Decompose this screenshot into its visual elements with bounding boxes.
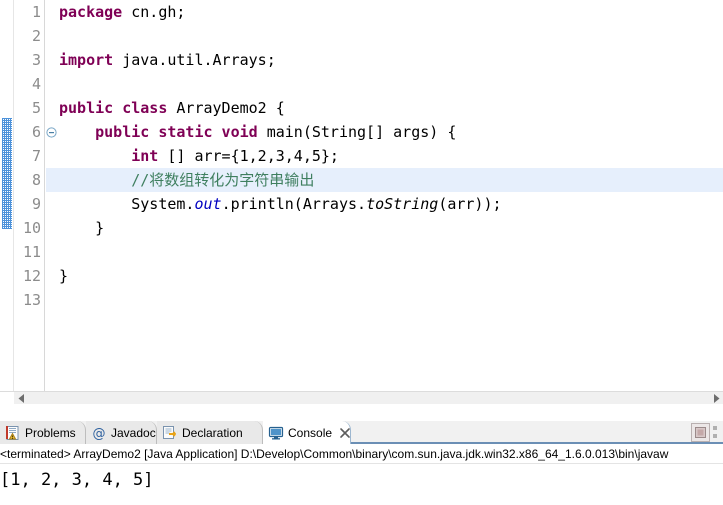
line-number: 4 xyxy=(31,75,41,93)
line-number: 9 xyxy=(31,195,41,213)
code-line[interactable]: //将数组转化为字符串输出 xyxy=(46,168,723,192)
code-token-pln xyxy=(59,123,95,141)
line-number: 10 xyxy=(22,219,41,237)
bottom-view-stack: Problems @ Javadoc Declaration Console <term… xyxy=(0,404,723,505)
line-number: 3 xyxy=(31,51,41,69)
code-line[interactable] xyxy=(46,288,723,312)
editor-horizontal-scrollbar[interactable] xyxy=(14,391,723,404)
code-line[interactable] xyxy=(46,240,723,264)
line-number: 13 xyxy=(22,291,41,309)
code-token-pln xyxy=(59,171,131,189)
console-icon xyxy=(268,425,284,441)
code-line[interactable] xyxy=(46,24,723,48)
eclipse-ide-window: 1 2 3 4 5 6 7 8 9 10 11 12 13 package cn.gh; import … xyxy=(0,0,723,505)
code-line[interactable]: } xyxy=(46,216,723,240)
tab-label: Problems xyxy=(25,425,76,440)
code-token-kw: public class xyxy=(59,99,168,117)
tab-javadoc[interactable]: @ Javadoc xyxy=(86,421,157,444)
line-number: 7 xyxy=(31,147,41,165)
terminate-button[interactable] xyxy=(691,423,710,442)
line-number: 2 xyxy=(31,27,41,45)
code-line[interactable]: } xyxy=(46,264,723,288)
view-toolbar[interactable] xyxy=(691,423,720,442)
code-token-pln: (arr)); xyxy=(438,195,502,213)
tab-label: Declaration xyxy=(182,425,243,440)
tab-problems[interactable]: Problems xyxy=(0,421,86,444)
scrollbar-corner xyxy=(0,391,14,404)
console-view[interactable]: <terminated> ArrayDemo2 [Java Applicatio… xyxy=(0,444,723,505)
line-number: 1 xyxy=(31,3,41,21)
javadoc-at-icon: @ xyxy=(91,425,107,441)
code-line[interactable]: int [] arr={1,2,3,4,5}; xyxy=(46,144,723,168)
code-token-pln xyxy=(59,147,131,165)
tab-declaration[interactable]: Declaration xyxy=(157,421,263,444)
scrollbar-track[interactable] xyxy=(28,392,709,404)
code-token-pln: java.util.Arrays; xyxy=(113,51,276,69)
code-token-mth: toString xyxy=(366,195,439,213)
line-number: 11 xyxy=(22,243,41,261)
code-token-fld: out xyxy=(194,195,222,213)
line-number: 5 xyxy=(31,99,41,117)
declaration-icon xyxy=(162,425,178,441)
code-token-pln: System. xyxy=(59,195,195,213)
code-line[interactable] xyxy=(46,72,723,96)
line-number: 6 xyxy=(31,123,41,141)
line-number: 12 xyxy=(22,267,41,285)
code-token-kw: int xyxy=(131,147,159,165)
code-token-pln: } xyxy=(59,219,105,237)
code-text-area[interactable]: package cn.gh; import java.util.Arrays; … xyxy=(46,0,723,391)
view-menu-icon[interactable] xyxy=(712,424,720,441)
tab-label: Console xyxy=(288,425,333,440)
code-line[interactable]: public static void main(String[] args) { xyxy=(46,120,723,144)
java-source-editor[interactable]: 1 2 3 4 5 6 7 8 9 10 11 12 13 package cn.gh; import … xyxy=(0,0,723,404)
code-token-pln: cn.gh; xyxy=(122,3,186,21)
code-token-kw: public static void xyxy=(95,123,258,141)
code-token-kw: package xyxy=(59,3,123,21)
code-token-pln: [] arr={1,2,3,4,5}; xyxy=(158,147,339,165)
code-token-pln: } xyxy=(59,267,69,285)
svg-text:@: @ xyxy=(93,426,106,441)
tab-label: Javadoc xyxy=(111,425,156,440)
code-line[interactable]: public class ArrayDemo2 { xyxy=(46,96,723,120)
code-line[interactable]: System.out.println(Arrays.toString(arr))… xyxy=(46,192,723,216)
console-status-line: <terminated> ArrayDemo2 [Java Applicatio… xyxy=(0,444,723,464)
code-line[interactable]: package cn.gh; xyxy=(46,0,723,24)
change-bar-marker xyxy=(2,118,12,229)
code-token-kw: import xyxy=(59,51,114,69)
close-icon[interactable] xyxy=(339,427,351,439)
scroll-right-arrow-icon[interactable] xyxy=(709,392,723,404)
line-number: 8 xyxy=(31,171,41,189)
console-output-text: [1, 2, 3, 4, 5] xyxy=(0,470,154,490)
code-token-pln: .println(Arrays. xyxy=(221,195,367,213)
line-number-ruler: 1 2 3 4 5 6 7 8 9 10 11 12 13 xyxy=(14,0,45,391)
code-token-pln: ArrayDemo2 { xyxy=(167,99,285,117)
tab-console[interactable]: Console xyxy=(263,421,351,444)
annotation-ruler[interactable] xyxy=(0,0,14,391)
view-tab-bar[interactable]: Problems @ Javadoc Declaration Console xyxy=(0,421,723,444)
problems-icon xyxy=(5,425,21,441)
code-token-pln: main(String[] args) { xyxy=(257,123,457,141)
code-token-cmt: //将数组转化为字符串输出 xyxy=(131,171,315,189)
scroll-left-arrow-icon[interactable] xyxy=(14,392,28,404)
code-line[interactable]: import java.util.Arrays; xyxy=(46,48,723,72)
